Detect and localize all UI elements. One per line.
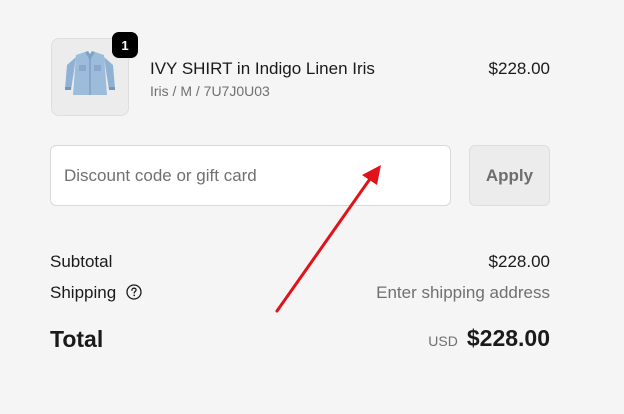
subtotal-value: $228.00 <box>488 252 550 271</box>
apply-discount-button[interactable]: Apply <box>469 145 550 206</box>
product-price: $228.00 <box>488 59 550 78</box>
order-summary: 1 IVY SHIRT in Indigo Linen Iris Iris / … <box>0 0 624 414</box>
total-value: $228.00 <box>466 325 550 351</box>
currency-code: USD <box>428 333 458 349</box>
total-amount: USD $228.00 <box>428 325 550 353</box>
shipping-value: Enter shipping address <box>376 283 550 302</box>
product-variant: Iris / M / 7U7J0U03 <box>150 83 270 99</box>
product-title: IVY SHIRT in Indigo Linen Iris <box>150 59 375 78</box>
shipping-row: Shipping <box>50 282 142 306</box>
discount-code-input[interactable] <box>50 145 451 206</box>
question-circle-icon[interactable] <box>126 284 142 306</box>
quantity-badge: 1 <box>112 32 138 58</box>
total-label: Total <box>50 326 104 352</box>
subtotal-label: Subtotal <box>50 252 113 271</box>
shipping-label: Shipping <box>50 283 117 302</box>
